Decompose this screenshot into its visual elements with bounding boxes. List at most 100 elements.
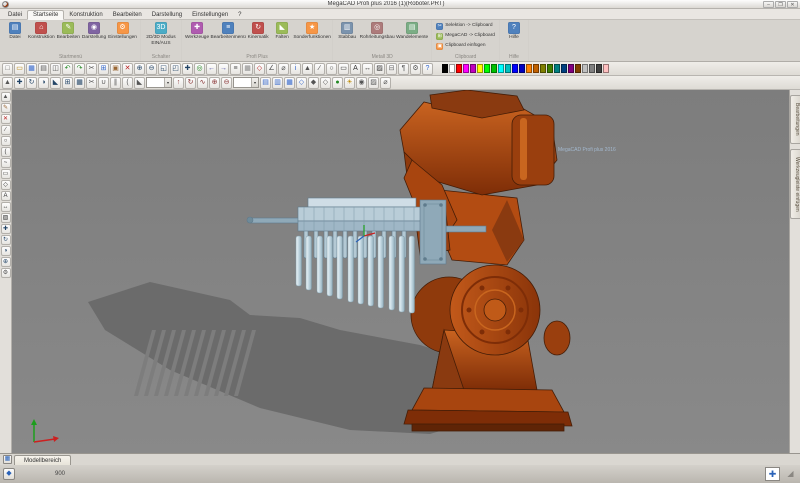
- hatch-tool-icon[interactable]: ▨: [1, 213, 11, 223]
- linewidth-combo[interactable]: ▾: [233, 77, 259, 88]
- color-swatch[interactable]: [498, 64, 504, 73]
- info-icon[interactable]: i: [290, 63, 301, 75]
- color-swatch[interactable]: [526, 64, 532, 73]
- color-swatch[interactable]: [463, 64, 469, 73]
- previous-view-icon[interactable]: ←: [206, 63, 217, 75]
- ribbon-button-2d-3d-modus-ein-aus[interactable]: 3D2D/3D Modus EIN/AUS: [143, 21, 179, 47]
- snap-icon[interactable]: ◇: [254, 63, 265, 75]
- settings-tool-icon[interactable]: ⚙: [1, 268, 11, 278]
- linetype-combo[interactable]: ▾: [146, 77, 172, 88]
- ribbon-button-clipboard-einfügen[interactable]: ▣Clipboard einfügen: [434, 41, 497, 51]
- scale-icon[interactable]: ◣: [50, 77, 61, 89]
- extrude-icon[interactable]: ↑: [173, 77, 184, 89]
- zoom-out-icon[interactable]: ⊖: [146, 63, 157, 75]
- ribbon-button-bearbeiten[interactable]: ✎Bearbeiten: [56, 21, 81, 42]
- wireframe-mode-icon[interactable]: ◇: [320, 77, 331, 89]
- group-icon[interactable]: ⊟: [386, 63, 397, 75]
- revolve-icon[interactable]: ↻: [185, 77, 196, 89]
- paste-icon[interactable]: ▣: [110, 63, 121, 75]
- rotate-icon[interactable]: ↻: [26, 77, 37, 89]
- zoom-all-icon[interactable]: ◰: [170, 63, 181, 75]
- color-swatch[interactable]: [442, 64, 448, 73]
- offset-icon[interactable]: ∥: [110, 77, 121, 89]
- zoom-tool-icon[interactable]: ⊕: [1, 257, 11, 267]
- ribbon-button-falten[interactable]: ◣Falten: [270, 21, 294, 42]
- sweep-icon[interactable]: ∿: [197, 77, 208, 89]
- tab-help[interactable]: ?: [233, 11, 246, 19]
- side-tab-bearbeitungen[interactable]: Bearbeitungen: [790, 95, 800, 144]
- text-icon[interactable]: A: [350, 63, 361, 75]
- boolean-union-icon[interactable]: ⊕: [209, 77, 220, 89]
- rectangle-icon[interactable]: ▭: [338, 63, 349, 75]
- circle-icon[interactable]: ○: [326, 63, 337, 75]
- move-icon[interactable]: ✚: [14, 77, 25, 89]
- minimize-button[interactable]: –: [763, 1, 774, 8]
- color-swatch[interactable]: [596, 64, 602, 73]
- ribbon-button-selektion-clipboard[interactable]: ✂Selektion -> Clipboard: [434, 21, 497, 31]
- pan-icon[interactable]: ✚: [182, 63, 193, 75]
- ribbon-button-rohrleitungsbau[interactable]: ◎Rohrleitungsbau: [359, 21, 395, 42]
- render-icon[interactable]: ●: [332, 77, 343, 89]
- redo-icon[interactable]: ↷: [74, 63, 85, 75]
- grid-icon[interactable]: ▦: [242, 63, 253, 75]
- linetype-combo-arrow-icon[interactable]: ▾: [164, 78, 171, 87]
- color-swatch[interactable]: [477, 64, 483, 73]
- ribbon-button-einstellungen[interactable]: ⚙Einstellungen: [107, 21, 138, 42]
- shade-mode-icon[interactable]: ◆: [308, 77, 319, 89]
- redraw-icon[interactable]: ◎: [194, 63, 205, 75]
- color-swatch[interactable]: [470, 64, 476, 73]
- ribbon-button-kinematik[interactable]: ↻Kinematik: [246, 21, 270, 42]
- tab-darstellung[interactable]: Darstellung: [147, 11, 187, 19]
- erase-icon[interactable]: ✕: [1, 114, 11, 124]
- print-preview-icon[interactable]: ◫: [50, 63, 61, 75]
- edit-element-icon[interactable]: ✎: [1, 103, 11, 113]
- ribbon-button-konstruktion[interactable]: ⌂Konstruktion: [27, 21, 56, 42]
- layers-icon[interactable]: ≡: [230, 63, 241, 75]
- copy-element-icon[interactable]: ⊞: [62, 77, 73, 89]
- chamfer-icon[interactable]: ◣: [134, 77, 145, 89]
- measure-icon[interactable]: ⌀: [278, 63, 289, 75]
- pointer-icon[interactable]: ▲: [1, 92, 11, 102]
- line-icon[interactable]: ∕: [314, 63, 325, 75]
- delete-icon[interactable]: ✕: [122, 63, 133, 75]
- help-icon[interactable]: ?: [422, 63, 433, 75]
- color-swatch[interactable]: [456, 64, 462, 73]
- join-icon[interactable]: ∪: [98, 77, 109, 89]
- move-tool-icon[interactable]: ✚: [1, 224, 11, 234]
- color-swatch[interactable]: [603, 64, 609, 73]
- color-swatch[interactable]: [568, 64, 574, 73]
- zoom-window-icon[interactable]: ◱: [158, 63, 169, 75]
- view-side-icon[interactable]: ▦: [284, 77, 295, 89]
- tab-datei[interactable]: Datei: [3, 11, 27, 19]
- resize-grip-icon[interactable]: ◢: [784, 467, 797, 481]
- ribbon-button-hilfe[interactable]: ?Hilfe: [502, 21, 526, 42]
- color-swatch[interactable]: [484, 64, 490, 73]
- color-swatch[interactable]: [449, 64, 455, 73]
- color-swatch[interactable]: [491, 64, 497, 73]
- attributes-icon[interactable]: ¶: [398, 63, 409, 75]
- ribbon-button-stabbau[interactable]: ▥Stabbau: [335, 21, 359, 42]
- polygon-tool-icon[interactable]: ◇: [1, 180, 11, 190]
- linewidth-combo-arrow-icon[interactable]: ▾: [251, 78, 258, 87]
- line-tool-icon[interactable]: ∕: [1, 125, 11, 135]
- zoom-in-icon[interactable]: ⊕: [134, 63, 145, 75]
- options-icon[interactable]: ⚙: [410, 63, 421, 75]
- color-swatch[interactable]: [589, 64, 595, 73]
- rotate-tool-icon[interactable]: ↻: [1, 235, 11, 245]
- navigate-icon[interactable]: ✚: [765, 467, 780, 481]
- text-tool-icon[interactable]: A: [1, 191, 11, 201]
- print-icon[interactable]: ▤: [38, 63, 49, 75]
- rectangle-tool-icon[interactable]: ▭: [1, 169, 11, 179]
- open-file-icon[interactable]: ▭: [14, 63, 25, 75]
- color-swatch[interactable]: [540, 64, 546, 73]
- ribbon-button-bearbeitenmenü[interactable]: ≡Bearbeitenmenü: [210, 21, 246, 42]
- boolean-subtract-icon[interactable]: ⊖: [221, 77, 232, 89]
- model-space-tab[interactable]: Modellbereich: [14, 455, 71, 465]
- color-swatch[interactable]: [561, 64, 567, 73]
- new-file-icon[interactable]: □: [2, 63, 13, 75]
- measure-3d-icon[interactable]: ⌀: [380, 77, 391, 89]
- fillet-icon[interactable]: (: [122, 77, 133, 89]
- tab-bearbeiten[interactable]: Bearbeiten: [108, 11, 147, 19]
- color-swatch[interactable]: [505, 64, 511, 73]
- next-view-icon[interactable]: →: [218, 63, 229, 75]
